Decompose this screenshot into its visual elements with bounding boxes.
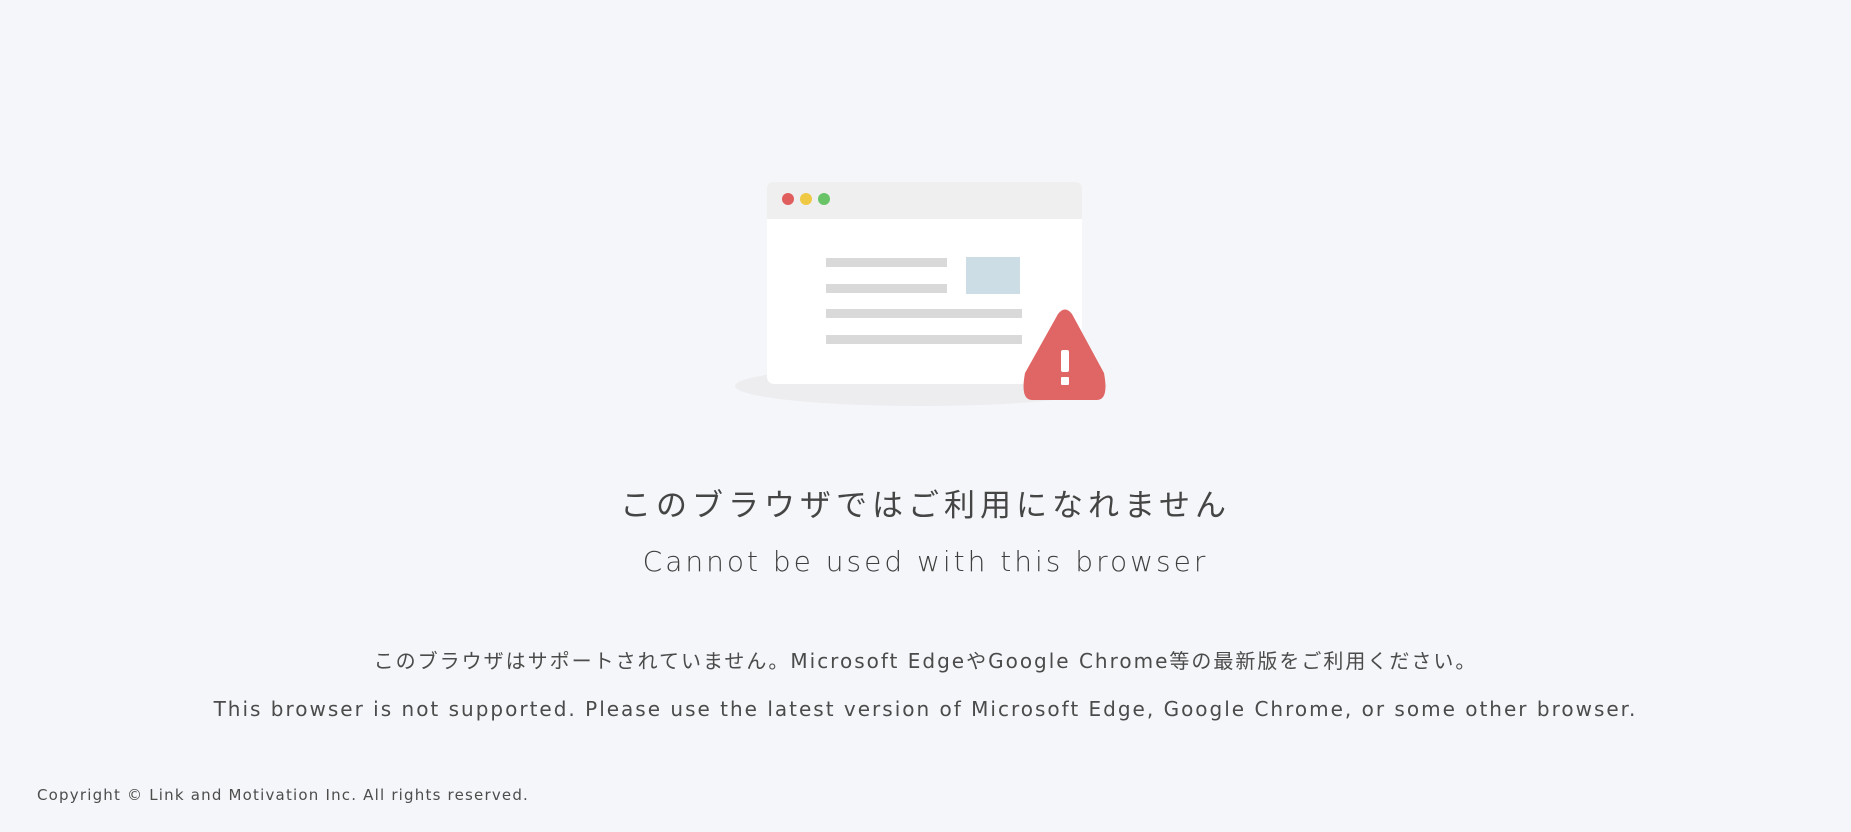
content-image-block: [966, 257, 1020, 294]
warning-exclamation-dot: [1061, 377, 1069, 385]
page-title-en: Cannot be used with this browser: [642, 545, 1209, 578]
page-title-ja: このブラウザではご利用になれません: [619, 488, 1232, 524]
unsupported-browser-page: このブラウザではご利用になれません Cannot be used with th…: [0, 0, 1851, 832]
window-close-dot: [782, 193, 794, 205]
window-maximize-dot: [818, 193, 830, 205]
warning-exclamation-bar: [1061, 350, 1069, 372]
footer-copyright: Copyright © Link and Motivation Inc. All…: [37, 786, 530, 804]
unsupported-message-ja: このブラウザはサポートされていません。Microsoft EdgeやGoogle…: [373, 649, 1478, 673]
content-line-4: [826, 335, 1022, 344]
browser-titlebar: [767, 182, 1082, 219]
browser-warning-icon: [735, 182, 1107, 406]
window-minimize-dot: [800, 193, 812, 205]
unsupported-message-en: This browser is not supported. Please us…: [213, 697, 1638, 721]
content-line-1: [826, 258, 947, 267]
content-line-2: [826, 284, 947, 293]
content-line-3: [826, 309, 1022, 318]
